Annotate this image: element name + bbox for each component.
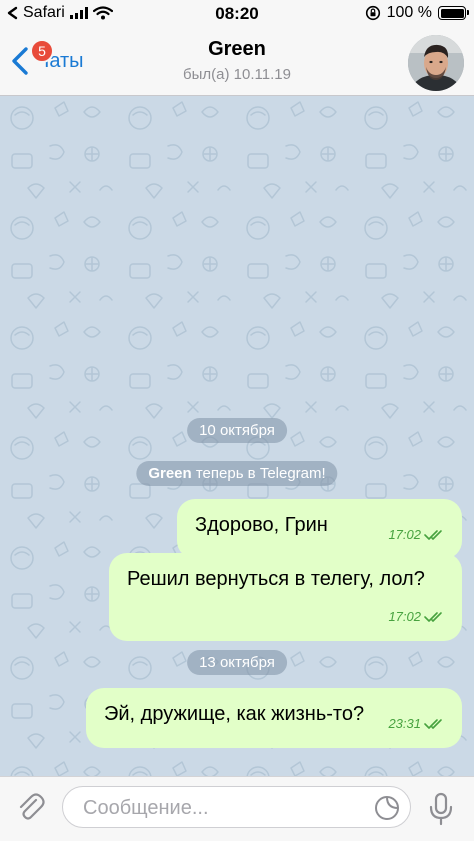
double-check-icon [424,530,442,540]
chat-area[interactable]: 10 октября Green теперь в Telegram! Здор… [0,96,474,776]
service-message: Green теперь в Telegram! [136,461,338,486]
date-separator: 10 октября [187,418,287,443]
message-bubble-outgoing[interactable]: Эй, дружище, как жизнь-то? 23:31 [86,688,462,748]
message-meta: 17:02 [388,603,446,631]
message-bubble-outgoing[interactable]: Решил вернуться в телегу, лол? 17:02 [109,553,462,641]
message-bubble-outgoing[interactable]: Здорово, Грин 17:02 [177,499,462,559]
message-time: 17:02 [388,527,421,542]
paperclip-icon[interactable] [14,791,48,825]
service-text: теперь в Telegram! [191,465,326,482]
double-check-icon [424,719,442,729]
message-time: 23:31 [388,716,421,731]
message-time: 17:02 [388,609,421,624]
microphone-icon[interactable] [426,791,456,827]
date-separator: 13 октября [187,650,287,675]
service-user-name: Green [148,465,192,482]
message-meta: 23:31 [388,710,446,738]
message-input[interactable] [83,795,353,821]
message-text: Здорово, Грин [195,514,328,536]
avatar[interactable] [408,35,464,91]
message-meta: 17:02 [388,521,446,549]
chat-title[interactable]: Green [0,38,474,61]
orientation-lock-icon [365,5,380,21]
battery-percent: 100 % [386,4,432,21]
battery-icon [438,6,469,20]
profile-photo [408,35,464,91]
chat-header: Чаты 5 Green был(а) 10.11.19 [0,30,474,96]
status-bar: Safari 08:20 100 % [0,0,474,30]
message-composer [0,776,474,841]
message-input-container [62,786,411,828]
sticker-icon[interactable] [374,795,400,821]
last-seen-status: был(а) 10.11.19 [183,66,291,83]
message-text: Решил вернуться в телегу, лол? [127,568,425,590]
double-check-icon [424,612,442,622]
battery-level [440,8,464,18]
message-text: Эй, дружище, как жизнь-то? [104,703,365,725]
status-right: 100 % [365,4,469,22]
